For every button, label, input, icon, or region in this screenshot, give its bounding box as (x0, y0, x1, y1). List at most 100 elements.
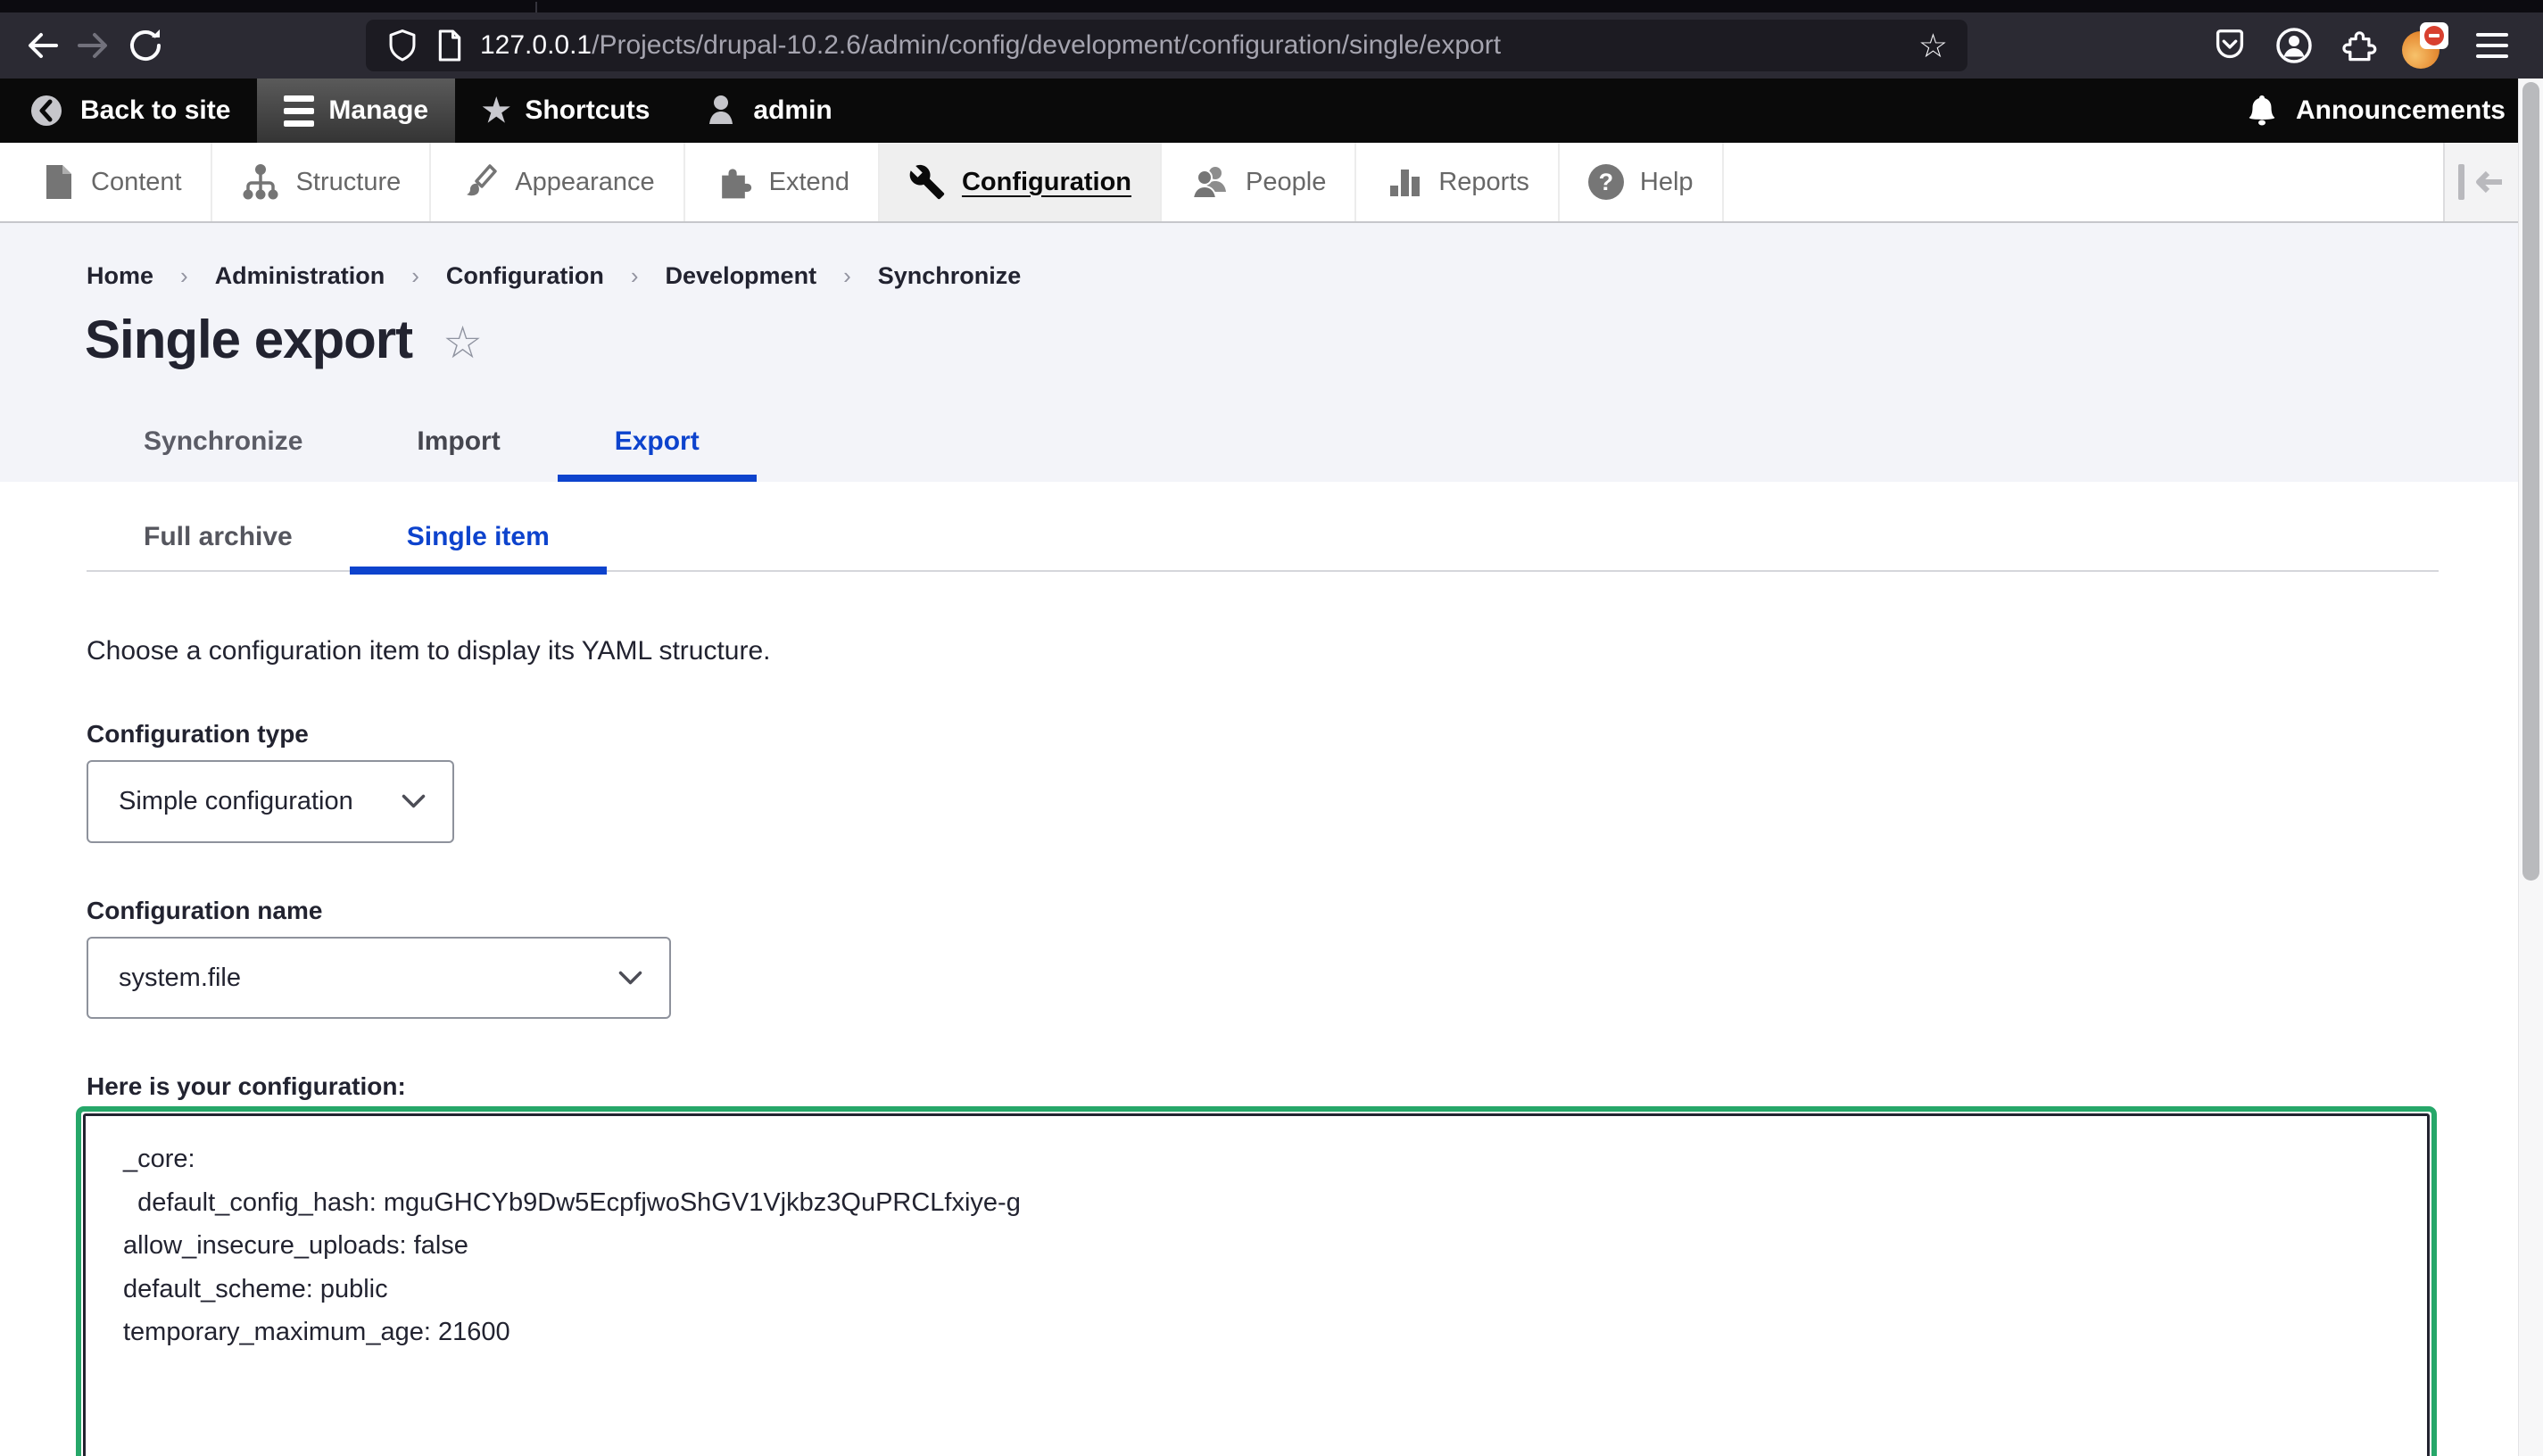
user-icon (703, 91, 739, 130)
back-button[interactable] (16, 20, 68, 71)
menubar-item-configuration[interactable]: Configuration (880, 143, 1162, 221)
manage-menu-icon (284, 95, 314, 127)
menubar-item-label: Configuration (962, 168, 1131, 197)
reload-icon (124, 24, 167, 67)
toolbar-item-announcements[interactable]: Announcements (2244, 79, 2543, 143)
drupal-admin-toolbar: Back to site Manage ★ Shortcuts admin An… (0, 79, 2543, 143)
breadcrumb-link-administration[interactable]: Administration (215, 262, 385, 290)
tab-full-archive[interactable]: Full archive (87, 482, 350, 570)
yaml-line: allow_insecure_uploads: false (123, 1224, 2409, 1268)
menubar-item-label: Structure (296, 168, 402, 197)
page-info-icon (435, 28, 464, 63)
toolbar-item-label: Shortcuts (525, 95, 650, 126)
url-host: 127.0.0.1 (480, 30, 592, 60)
configuration-wrench-icon (908, 163, 946, 201)
toolbar-item-back-to-site[interactable]: Back to site (0, 79, 257, 143)
url-text: 127.0.0.1/Projects/drupal-10.2.6/admin/c… (480, 30, 1902, 61)
extensions-button[interactable] (2338, 20, 2379, 71)
toolbar-item-label: Announcements (2296, 95, 2506, 126)
tab-single-item[interactable]: Single item (350, 482, 607, 570)
account-button[interactable] (2274, 20, 2315, 71)
content-icon (43, 162, 75, 202)
toolbar-item-label: Back to site (80, 95, 230, 126)
config-name-value: system.file (119, 964, 241, 993)
menubar-item-appearance[interactable]: Appearance (431, 143, 684, 221)
reload-button[interactable] (120, 20, 171, 71)
collapse-bar (2458, 164, 2464, 200)
breadcrumb-separator: › (631, 262, 639, 290)
export-form: Choose a configuration item to display i… (0, 636, 2543, 1456)
menubar-item-reports[interactable]: Reports (1356, 143, 1560, 221)
tab-import[interactable]: Import (360, 401, 557, 482)
back-arrow-icon (21, 24, 63, 67)
form-description: Choose a configuration item to display i… (87, 636, 2543, 666)
shield-icon (385, 27, 419, 64)
toolbar-item-manage[interactable]: Manage (257, 79, 455, 143)
chevron-down-icon (402, 794, 426, 809)
appearance-icon (460, 162, 499, 202)
scrollbar-thumb[interactable] (2522, 82, 2539, 881)
yaml-line: temporary_maximum_age: 21600 (123, 1311, 2409, 1354)
config-type-select[interactable]: Simple configuration (87, 760, 454, 843)
account-icon (2274, 25, 2315, 66)
forward-arrow-icon (72, 24, 115, 67)
tab-divider (535, 2, 537, 12)
toolbar-item-label: admin (753, 95, 832, 126)
toolbar-item-label: Manage (328, 95, 428, 126)
breadcrumb-separator: › (180, 262, 188, 290)
toolbar-collapse-button[interactable] (2443, 143, 2518, 221)
menubar-item-extend[interactable]: Extend (685, 143, 880, 221)
menu-button[interactable] (2472, 20, 2513, 71)
reports-chart-icon (1385, 162, 1422, 202)
navbar-actions (2209, 20, 2513, 71)
page-header: Home › Administration › Configuration › … (0, 223, 2543, 482)
url-path: /Projects/drupal-10.2.6/admin/config/dev… (592, 30, 1501, 60)
page-title: Single export (85, 309, 412, 370)
pocket-button[interactable] (2209, 20, 2250, 71)
forward-button[interactable] (68, 20, 120, 71)
people-icon (1190, 162, 1230, 202)
breadcrumb-link-synchronize[interactable]: Synchronize (878, 262, 1022, 290)
yaml-textarea-focus-ring: _core: default_config_hash: mguGHCYb9Dw5… (76, 1106, 2437, 1456)
primary-tabs: Synchronize Import Export (87, 401, 757, 482)
menubar-item-structure[interactable]: Structure (212, 143, 432, 221)
secondary-tabs: Full archive Single item (87, 482, 2439, 572)
menubar-item-label: Reports (1438, 168, 1529, 197)
toolbar-item-admin-user[interactable]: admin (676, 79, 858, 143)
config-name-select[interactable]: system.file (87, 937, 671, 1019)
menubar-item-label: People (1246, 168, 1326, 197)
menubar-item-people[interactable]: People (1162, 143, 1356, 221)
tab-export[interactable]: Export (558, 401, 757, 482)
no-entry-icon (2424, 26, 2444, 46)
hamburger-icon (2476, 33, 2508, 37)
breadcrumb-link-home[interactable]: Home (87, 262, 153, 290)
toolbar-item-shortcuts[interactable]: ★ Shortcuts (455, 79, 676, 143)
menubar-item-content[interactable]: Content (0, 143, 212, 221)
breadcrumb: Home › Administration › Configuration › … (87, 262, 1021, 290)
yaml-line: default_scheme: public (123, 1268, 2409, 1311)
config-name-label: Configuration name (87, 897, 2543, 925)
url-bar[interactable]: 127.0.0.1/Projects/drupal-10.2.6/admin/c… (366, 20, 1967, 71)
menubar-item-label: Help (1640, 168, 1694, 197)
menubar-item-label: Content (91, 168, 182, 197)
yaml-output-label: Here is your configuration: (87, 1072, 2543, 1101)
back-to-site-icon (27, 91, 66, 130)
adblock-extension-button[interactable] (2402, 22, 2448, 69)
bell-icon (2244, 91, 2280, 130)
breadcrumb-link-configuration[interactable]: Configuration (446, 262, 604, 290)
favorite-star-icon[interactable]: ☆ (443, 315, 483, 365)
admin-menubar: Content Structure Appearance (0, 143, 2543, 223)
tab-synchronize[interactable]: Synchronize (87, 401, 360, 482)
bookmark-star-icon[interactable]: ☆ (1918, 29, 1948, 62)
screen: 127.0.0.1/Projects/drupal-10.2.6/admin/c… (0, 0, 2543, 1456)
yaml-textarea[interactable]: _core: default_config_hash: mguGHCYb9Dw5… (83, 1113, 2430, 1456)
browser-tab-strip (0, 0, 2543, 12)
config-type-value: Simple configuration (119, 787, 353, 816)
yaml-line: default_config_hash: mguGHCYb9Dw5Ecpfjwo… (123, 1181, 2409, 1225)
puzzle-icon (2339, 26, 2378, 65)
breadcrumb-link-development[interactable]: Development (666, 262, 817, 290)
breadcrumb-separator: › (843, 262, 851, 290)
menubar-item-help[interactable]: ? Help (1560, 143, 1724, 221)
help-icon: ? (1588, 164, 1624, 200)
page-scrollbar (2518, 79, 2543, 1456)
